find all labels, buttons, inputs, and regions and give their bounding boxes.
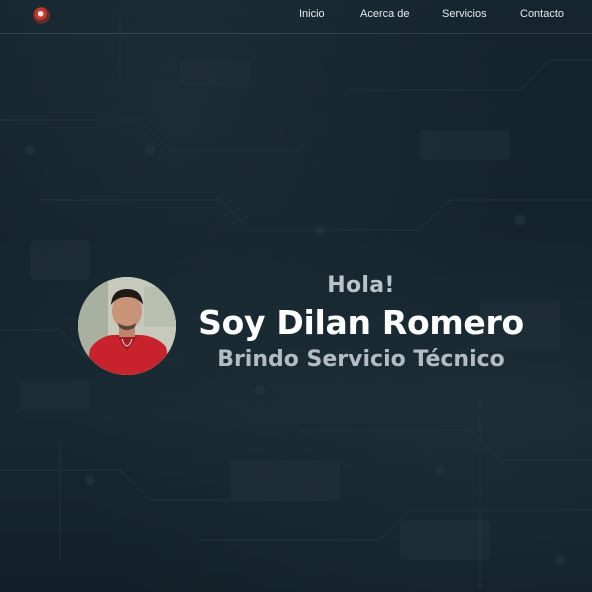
nav-link-inicio[interactable]: Inicio (299, 8, 325, 20)
hero-name: Soy Dilan Romero (198, 303, 524, 342)
hero-heading-group: Hola! Soy Dilan Romero Brindo Servicio T… (190, 270, 532, 376)
hero-tagline: Brindo Servicio Técnico (217, 347, 505, 372)
profile-photo-illustration (78, 277, 176, 375)
profile-photo (78, 277, 176, 375)
logo-avatar-icon[interactable] (33, 7, 50, 24)
nav-link-contacto[interactable]: Contacto (520, 8, 564, 20)
nav-link-acerca-de[interactable]: Acerca de (360, 8, 410, 20)
top-navbar: Inicio Acerca de Servicios Contacto (0, 0, 592, 34)
nav-link-servicios[interactable]: Servicios (442, 8, 487, 20)
hero-greeting: Hola! (327, 273, 395, 298)
